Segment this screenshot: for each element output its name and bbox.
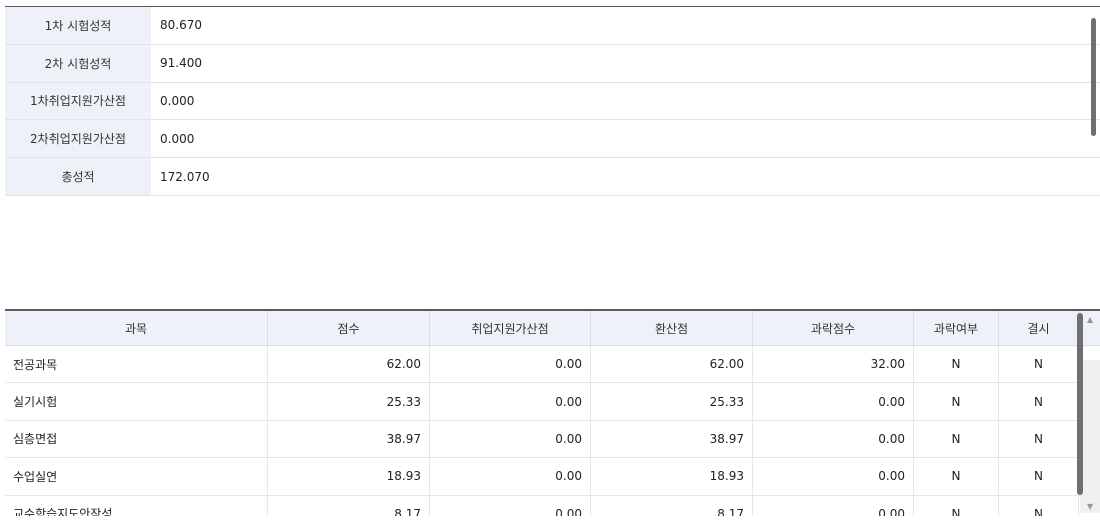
summary-row-first-bonus: 1차취업지원가산점 0.000 bbox=[5, 82, 1100, 121]
cell-bonus: 0.00 bbox=[430, 495, 591, 516]
cell-cutoff: 0.00 bbox=[753, 383, 914, 420]
summary-row-first-exam: 1차 시험성적 80.670 bbox=[5, 7, 1100, 45]
summary-label: 2차 시험성적 bbox=[5, 44, 151, 82]
table-row[interactable]: 전공과목 62.00 0.00 62.00 32.00 N N bbox=[5, 346, 1100, 384]
cell-score: 25.33 bbox=[268, 383, 430, 420]
cell-cutoff: 0.00 bbox=[753, 420, 914, 458]
cell-subject: 심층면접 bbox=[5, 420, 268, 458]
summary-value: 0.000 bbox=[160, 131, 195, 146]
cell-score: 18.93 bbox=[268, 458, 430, 495]
cell-failed: N bbox=[914, 346, 999, 383]
score-summary-table: 1차 시험성적 80.670 2차 시험성적 91.400 1차취업지원가산점 … bbox=[5, 6, 1100, 196]
scroll-up-icon[interactable]: ▲ bbox=[1087, 316, 1093, 324]
table-row[interactable]: 실기시험 25.33 0.00 25.33 0.00 N N bbox=[5, 383, 1100, 421]
summary-label: 총성적 bbox=[5, 158, 151, 195]
cell-failed: N bbox=[914, 458, 999, 495]
cell-score: 38.97 bbox=[268, 420, 430, 458]
summary-value: 172.070 bbox=[160, 169, 210, 184]
grid-scrollbar-thumb[interactable] bbox=[1077, 313, 1083, 495]
header-failed[interactable]: 과락여부 bbox=[914, 311, 999, 345]
cell-cutoff: 32.00 bbox=[753, 346, 914, 383]
summary-row-second-exam: 2차 시험성적 91.400 bbox=[5, 44, 1100, 83]
cell-converted: 62.00 bbox=[591, 346, 753, 383]
cell-bonus: 0.00 bbox=[430, 458, 591, 495]
cell-absent: N bbox=[999, 346, 1079, 383]
cell-converted: 25.33 bbox=[591, 383, 753, 420]
summary-scrollbar[interactable] bbox=[1091, 18, 1096, 136]
cell-absent: N bbox=[999, 495, 1079, 516]
summary-label: 1차 시험성적 bbox=[5, 7, 151, 44]
cell-bonus: 0.00 bbox=[430, 420, 591, 458]
cell-converted: 8.17 bbox=[591, 495, 753, 516]
grid-scrollbar-track[interactable] bbox=[1080, 360, 1100, 513]
cell-cutoff: 0.00 bbox=[753, 458, 914, 495]
header-score[interactable]: 점수 bbox=[268, 311, 430, 345]
cell-failed: N bbox=[914, 383, 999, 420]
cell-bonus: 0.00 bbox=[430, 346, 591, 383]
summary-label: 1차취업지원가산점 bbox=[5, 82, 151, 120]
summary-label: 2차취업지원가산점 bbox=[5, 120, 151, 158]
cell-absent: N bbox=[999, 383, 1079, 420]
cell-converted: 18.93 bbox=[591, 458, 753, 495]
cell-subject: 교수학습지도안작성 bbox=[5, 495, 268, 516]
cell-absent: N bbox=[999, 420, 1079, 458]
cell-subject: 실기시험 bbox=[5, 383, 268, 420]
cell-score: 8.17 bbox=[268, 495, 430, 516]
table-row[interactable]: 교수학습지도안작성 8.17 0.00 8.17 0.00 N N bbox=[5, 495, 1100, 516]
header-cutoff[interactable]: 과락점수 bbox=[753, 311, 914, 345]
grid-header: 과목 점수 취업지원가산점 환산점 과락점수 과락여부 결시 bbox=[5, 311, 1100, 346]
header-bonus[interactable]: 취업지원가산점 bbox=[430, 311, 591, 345]
cell-score: 62.00 bbox=[268, 346, 430, 383]
summary-row-total: 총성적 172.070 bbox=[5, 158, 1100, 196]
cell-failed: N bbox=[914, 495, 999, 516]
summary-row-second-bonus: 2차취업지원가산점 0.000 bbox=[5, 120, 1100, 159]
summary-value: 0.000 bbox=[160, 93, 195, 108]
header-converted[interactable]: 환산점 bbox=[591, 311, 753, 345]
table-row[interactable]: 수업실연 18.93 0.00 18.93 0.00 N N bbox=[5, 458, 1100, 496]
summary-value: 80.670 bbox=[160, 18, 202, 33]
cell-subject: 전공과목 bbox=[5, 346, 268, 383]
cell-subject: 수업실연 bbox=[5, 458, 268, 495]
cell-cutoff: 0.00 bbox=[753, 495, 914, 516]
cell-converted: 38.97 bbox=[591, 420, 753, 458]
cell-absent: N bbox=[999, 458, 1079, 495]
summary-value: 91.400 bbox=[160, 56, 202, 71]
cell-bonus: 0.00 bbox=[430, 383, 591, 420]
scroll-down-icon[interactable]: ▼ bbox=[1087, 503, 1093, 511]
header-absent[interactable]: 결시 bbox=[999, 311, 1079, 345]
table-row[interactable]: 심층면접 38.97 0.00 38.97 0.00 N N bbox=[5, 420, 1100, 459]
header-subject[interactable]: 과목 bbox=[5, 311, 268, 345]
cell-failed: N bbox=[914, 420, 999, 458]
subject-score-grid: 과목 점수 취업지원가산점 환산점 과락점수 과락여부 결시 전공과목 62.0… bbox=[5, 309, 1100, 516]
